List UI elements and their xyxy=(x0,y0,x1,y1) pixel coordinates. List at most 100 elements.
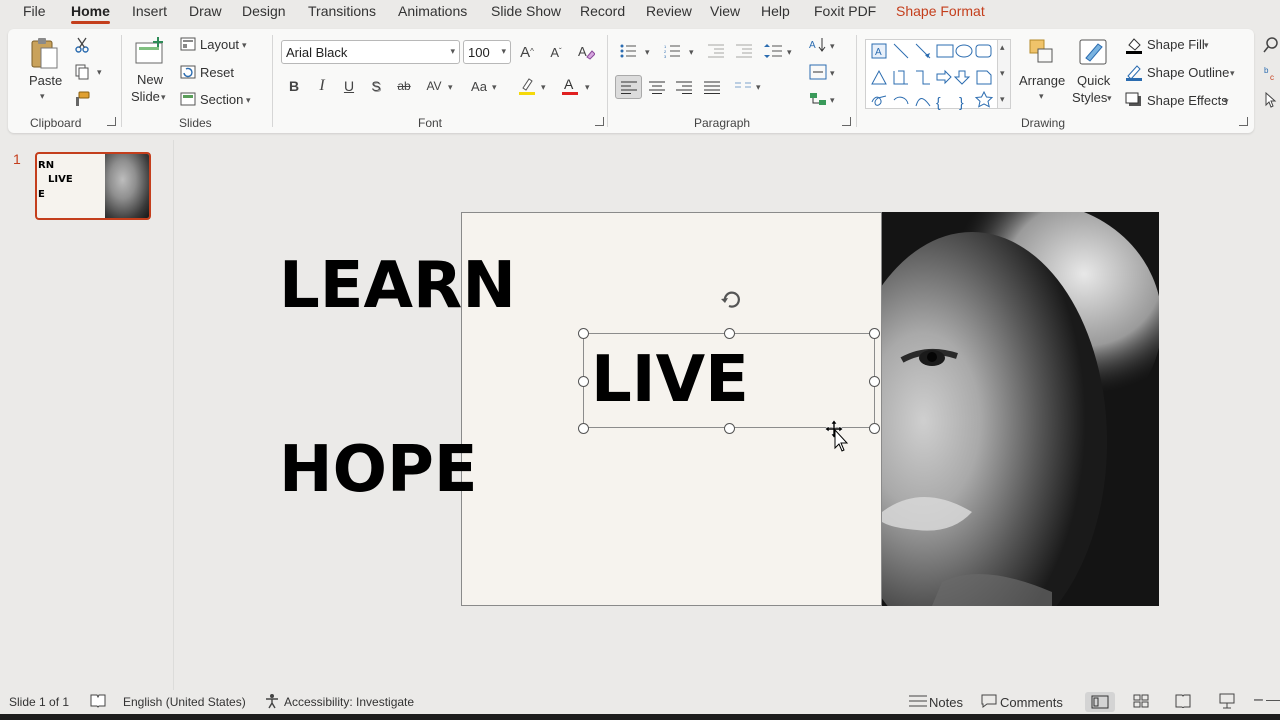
resize-handle-bottom-left[interactable] xyxy=(578,423,589,434)
shape-fill-button[interactable]: Shape Fill xyxy=(1147,37,1205,52)
change-case-caret[interactable]: ▾ xyxy=(492,82,497,93)
resize-handle-top[interactable] xyxy=(724,328,735,339)
shape-outline-button[interactable]: Shape Outline xyxy=(1147,65,1229,80)
zoom-slider[interactable] xyxy=(1266,700,1280,701)
layout-button[interactable]: Layout xyxy=(200,37,239,52)
new-slide-button[interactable]: New xyxy=(137,72,163,87)
increase-indent-icon[interactable] xyxy=(735,42,753,60)
font-color-caret[interactable]: ▾ xyxy=(585,82,590,93)
character-spacing-button[interactable]: AV xyxy=(423,77,445,95)
text-live[interactable]: LIVE xyxy=(591,348,749,412)
accessibility-status[interactable]: Accessibility: Investigate xyxy=(284,695,414,709)
tab-file[interactable]: File xyxy=(23,3,46,19)
decrease-font-size-icon[interactable]: Aˇ xyxy=(546,42,566,62)
copy-dropdown-caret[interactable]: ▾ xyxy=(97,67,102,78)
quick-styles-icon[interactable] xyxy=(1076,35,1112,69)
font-name-dropdown[interactable]: Arial Black ▾ xyxy=(281,40,460,64)
shape-effects-caret[interactable]: ▾ xyxy=(1224,96,1229,107)
quick-styles-caret[interactable]: ▾ xyxy=(1107,93,1112,104)
replace-icon[interactable]: bc xyxy=(1262,64,1280,82)
bold-button[interactable]: B xyxy=(286,77,302,95)
arrange-icon[interactable] xyxy=(1024,35,1060,69)
gallery-more-icon[interactable]: ▾ xyxy=(1000,94,1005,105)
tab-slide-show[interactable]: Slide Show xyxy=(491,3,561,19)
search-icon[interactable] xyxy=(1262,36,1280,54)
tab-design[interactable]: Design xyxy=(242,3,286,19)
bullets-icon[interactable] xyxy=(619,42,637,60)
shape-effects-button[interactable]: Shape Effects xyxy=(1147,93,1228,108)
align-text-icon[interactable] xyxy=(808,62,828,82)
paste-dropdown-caret[interactable]: ▾ xyxy=(40,91,45,102)
gallery-up-icon[interactable]: ▴ xyxy=(1000,42,1005,53)
underline-button[interactable]: U xyxy=(341,77,357,95)
section-icon[interactable] xyxy=(179,91,197,107)
text-shadow-button[interactable]: S xyxy=(368,77,384,95)
arrange-caret[interactable]: ▾ xyxy=(1039,91,1044,102)
resize-handle-bottom[interactable] xyxy=(724,423,735,434)
section-button[interactable]: Section xyxy=(200,92,243,107)
comments-icon[interactable] xyxy=(981,694,997,711)
portrait-photo[interactable] xyxy=(882,212,1159,606)
notes-icon[interactable] xyxy=(909,694,927,711)
shape-fill-caret[interactable]: ▾ xyxy=(1204,40,1209,51)
layout-caret[interactable]: ▾ xyxy=(242,40,247,51)
shape-outline-icon[interactable] xyxy=(1125,63,1143,81)
copy-icon[interactable] xyxy=(72,62,92,82)
tab-foxit-pdf[interactable]: Foxit PDF xyxy=(814,3,876,19)
text-hope[interactable]: HOPE xyxy=(279,438,478,502)
shape-outline-caret[interactable]: ▾ xyxy=(1230,68,1235,79)
tab-record[interactable]: Record xyxy=(580,3,625,19)
format-painter-icon[interactable] xyxy=(72,89,92,109)
clear-formatting-icon[interactable]: A xyxy=(575,42,597,62)
tab-draw[interactable]: Draw xyxy=(189,3,222,19)
font-color-icon[interactable]: A xyxy=(559,75,581,97)
new-slide-button-line2[interactable]: Slide xyxy=(131,89,160,104)
slide-sorter-icon[interactable] xyxy=(1133,694,1149,711)
rotate-handle-icon[interactable] xyxy=(719,287,743,311)
align-text-caret[interactable]: ▾ xyxy=(830,68,835,79)
tab-help[interactable]: Help xyxy=(761,3,790,19)
smartart-caret[interactable]: ▾ xyxy=(830,95,835,106)
justify-icon[interactable] xyxy=(703,79,721,95)
paste-icon[interactable] xyxy=(26,35,62,71)
smartart-icon[interactable] xyxy=(808,89,828,109)
font-launcher-icon[interactable] xyxy=(595,117,604,126)
decrease-indent-icon[interactable] xyxy=(707,42,725,60)
resize-handle-left[interactable] xyxy=(578,376,589,387)
line-spacing-caret[interactable]: ▾ xyxy=(787,47,792,58)
character-spacing-caret[interactable]: ▾ xyxy=(448,82,453,93)
reset-icon[interactable] xyxy=(179,64,197,80)
text-direction-caret[interactable]: ▾ xyxy=(830,41,835,52)
quick-styles-button-line2[interactable]: Styles xyxy=(1072,90,1107,105)
columns-icon[interactable] xyxy=(734,79,752,95)
columns-caret[interactable]: ▾ xyxy=(756,82,761,93)
tab-view[interactable]: View xyxy=(710,3,740,19)
highlight-color-caret[interactable]: ▾ xyxy=(541,82,546,93)
section-caret[interactable]: ▾ xyxy=(246,95,251,106)
line-spacing-icon[interactable] xyxy=(763,42,783,60)
numbering-icon[interactable]: 123 xyxy=(663,42,681,60)
text-learn[interactable]: LEARN xyxy=(279,254,516,318)
change-case-button[interactable]: Aa xyxy=(468,77,490,95)
align-left-button[interactable] xyxy=(615,75,642,99)
new-slide-icon[interactable] xyxy=(133,35,167,69)
language-status[interactable]: English (United States) xyxy=(123,695,246,709)
resize-handle-bottom-right[interactable] xyxy=(869,423,880,434)
resize-handle-right[interactable] xyxy=(869,376,880,387)
tab-animations[interactable]: Animations xyxy=(398,3,467,19)
quick-styles-button[interactable]: Quick xyxy=(1077,73,1110,88)
text-direction-icon[interactable]: A xyxy=(808,35,828,55)
resize-handle-top-left[interactable] xyxy=(578,328,589,339)
zoom-out-icon[interactable]: – xyxy=(1254,691,1263,709)
tab-review[interactable]: Review xyxy=(646,3,692,19)
paragraph-launcher-icon[interactable] xyxy=(842,117,851,126)
bullets-caret[interactable]: ▾ xyxy=(645,47,650,58)
shapes-gallery-scroll[interactable]: ▴ ▾ ▾ xyxy=(998,39,1011,109)
font-size-dropdown[interactable]: 100 ▾ xyxy=(463,40,511,64)
highlight-color-icon[interactable] xyxy=(516,75,538,97)
shape-fill-icon[interactable] xyxy=(1125,36,1143,54)
select-cursor-icon[interactable] xyxy=(1262,91,1280,109)
numbering-caret[interactable]: ▾ xyxy=(689,47,694,58)
clipboard-launcher-icon[interactable] xyxy=(107,117,116,126)
new-slide-caret[interactable]: ▾ xyxy=(161,92,166,103)
